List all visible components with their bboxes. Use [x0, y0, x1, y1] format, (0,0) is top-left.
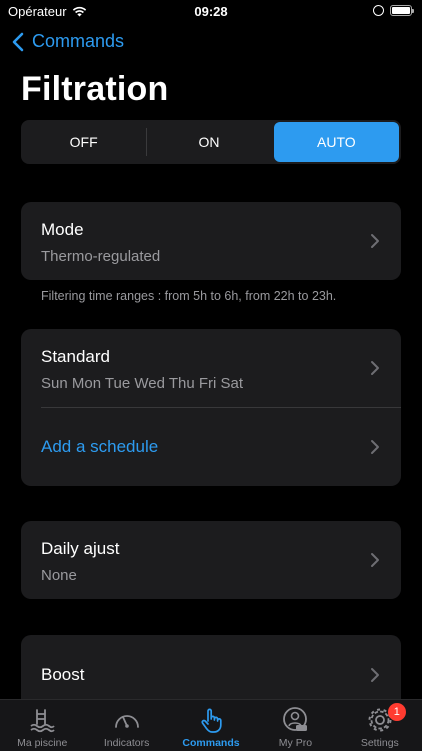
schedule-title: Standard	[41, 347, 110, 366]
chevron-right-icon	[371, 553, 379, 567]
gauge-icon	[114, 715, 139, 728]
tab-my-pro[interactable]: My Pro	[253, 700, 337, 751]
schedule-standard-row[interactable]: Standard Sun Mon Tue Wed Thu Fri Sat	[21, 329, 401, 407]
tab-bar: Ma piscine Indicators Commands My Pro Se…	[0, 699, 422, 751]
tab-label: Commands	[182, 737, 240, 749]
chevron-right-icon	[371, 440, 379, 454]
page-title: Filtration	[21, 70, 169, 108]
orientation-lock-icon	[373, 5, 384, 16]
mode-value: Thermo-regulated	[41, 248, 161, 265]
mode-row[interactable]: Mode Thermo-regulated	[21, 202, 401, 280]
add-schedule-row[interactable]: Add a schedule	[21, 408, 401, 486]
status-bar: Opérateur 09:28	[0, 0, 422, 24]
tab-label: Ma piscine	[17, 737, 68, 749]
tab-commands[interactable]: Commands	[169, 700, 253, 751]
segment-off[interactable]: OFF	[21, 120, 146, 164]
daily-adjust-title: Daily ajust	[41, 539, 120, 558]
filtering-time-ranges-note: Filtering time ranges : from 5h to 6h, f…	[41, 289, 337, 303]
chevron-right-icon	[371, 234, 379, 248]
schedule-card: Standard Sun Mon Tue Wed Thu Fri Sat Add…	[21, 329, 401, 486]
chevron-left-icon	[12, 32, 24, 51]
tab-settings[interactable]: Settings 1	[338, 700, 422, 751]
filtration-mode-segmented-control[interactable]: OFF ON AUTO	[21, 120, 401, 164]
tab-label: Settings	[360, 737, 399, 749]
tab-label: Indicators	[103, 737, 150, 749]
tab-ma-piscine[interactable]: Ma piscine	[0, 700, 84, 751]
hand-pointer-icon	[201, 708, 222, 733]
chevron-right-icon	[371, 668, 379, 682]
mode-title: Mode	[41, 220, 84, 239]
chevron-right-icon	[371, 361, 379, 375]
pool-icon	[30, 709, 55, 733]
status-right	[373, 5, 414, 16]
daily-adjust-card: Daily ajust None	[21, 521, 401, 599]
daily-adjust-row[interactable]: Daily ajust None	[21, 521, 401, 599]
back-label: Commands	[32, 31, 125, 51]
battery-icon	[390, 5, 414, 16]
tab-label: My Pro	[278, 737, 313, 749]
back-button[interactable]: Commands	[12, 31, 124, 52]
mode-card: Mode Thermo-regulated	[21, 202, 401, 280]
boost-title: Boost	[41, 665, 85, 684]
daily-adjust-value: None	[41, 567, 77, 584]
segment-on[interactable]: ON	[146, 120, 271, 164]
segment-auto[interactable]: AUTO	[273, 122, 399, 162]
schedule-days: Sun Mon Tue Wed Thu Fri Sat	[41, 375, 244, 392]
tab-indicators[interactable]: Indicators	[84, 700, 168, 751]
notification-badge: 1	[387, 703, 406, 721]
add-schedule-link[interactable]: Add a schedule	[41, 437, 158, 457]
clock: 09:28	[194, 4, 228, 19]
pro-badge-icon	[283, 707, 308, 731]
